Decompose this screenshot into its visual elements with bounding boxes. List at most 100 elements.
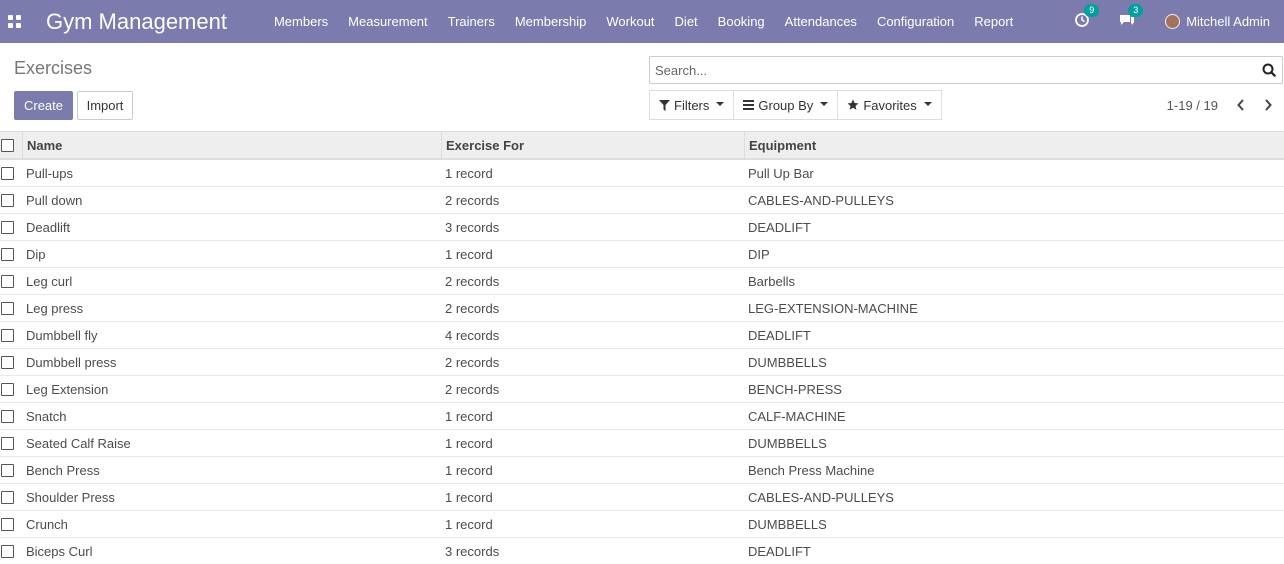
row-checkbox[interactable] — [1, 436, 14, 450]
cell-exercise-for: 2 records — [445, 354, 500, 370]
cell-equipment: DEADLIFT — [748, 543, 811, 559]
table-body: Pull-ups 1 record Pull Up Bar Pull down 2 re… — [0, 160, 1284, 564]
cell-name: Pull down — [26, 192, 83, 208]
row-checkbox[interactable] — [1, 193, 14, 207]
table-row[interactable]: Pull-ups 1 record Pull Up Bar — [0, 160, 1284, 187]
cell-exercise-for: 1 record — [445, 408, 493, 424]
page-title[interactable]: Exercises — [14, 58, 92, 79]
row-checkbox[interactable] — [1, 166, 14, 180]
row-checkbox[interactable] — [1, 409, 14, 423]
table-row[interactable]: Shoulder Press 1 record CABLES-AND-PULLEYS — [0, 484, 1284, 511]
menu-diet[interactable]: Diet — [675, 14, 698, 29]
select-all-checkbox[interactable] — [1, 138, 14, 152]
app-title[interactable]: Gym Management — [46, 9, 227, 35]
row-checkbox[interactable] — [1, 517, 14, 531]
row-checkbox[interactable] — [1, 463, 14, 477]
cell-name: Seated Calf Raise — [26, 435, 131, 451]
table-row[interactable]: Bench Press 1 record Bench Press Machine — [0, 457, 1284, 484]
table-row[interactable]: Seated Calf Raise 1 record DUMBBELLS — [0, 430, 1284, 457]
menu-trainers[interactable]: Trainers — [448, 14, 495, 29]
messages-count-badge: 3 — [1128, 4, 1144, 17]
row-checkbox[interactable] — [1, 301, 14, 315]
favorites-label: Favorites — [863, 97, 917, 113]
menu-membership[interactable]: Membership — [515, 14, 587, 29]
cell-exercise-for: 1 record — [445, 165, 493, 181]
activity-button[interactable]: 9 — [1075, 4, 1100, 30]
cell-exercise-for: 4 records — [445, 327, 500, 343]
chevron-down-icon — [716, 102, 725, 106]
pager-previous-button[interactable] — [1230, 96, 1252, 114]
cell-equipment: DUMBBELLS — [748, 516, 827, 532]
cell-equipment: DEADLIFT — [748, 219, 811, 235]
row-checkbox[interactable] — [1, 490, 14, 504]
table-row[interactable]: Biceps Curl 3 records DEADLIFT — [0, 538, 1284, 564]
favorites-dropdown[interactable]: Favorites — [837, 90, 942, 120]
table-row[interactable]: Pull down 2 records CABLES-AND-PULLEYS — [0, 187, 1284, 214]
filters-dropdown[interactable]: Filters — [649, 90, 735, 120]
messages-button[interactable]: 3 — [1119, 4, 1144, 30]
user-avatar — [1165, 14, 1181, 29]
top-menu: Members Measurement Trainers Membership … — [274, 14, 1033, 29]
menu-measurement[interactable]: Measurement — [348, 14, 427, 29]
menu-attendances[interactable]: Attendances — [785, 14, 857, 29]
row-checkbox[interactable] — [1, 382, 14, 396]
cell-exercise-for: 2 records — [445, 192, 500, 208]
create-button[interactable]: Create — [14, 91, 73, 120]
list-icon — [743, 100, 755, 110]
user-menu[interactable]: Mitchell Admin — [1165, 14, 1270, 29]
group-by-label: Group By — [758, 97, 814, 113]
table-row[interactable]: Dumbbell fly 4 records DEADLIFT — [0, 322, 1284, 349]
menu-configuration[interactable]: Configuration — [877, 14, 954, 29]
pager-value[interactable]: 1-19 / 19 — [1167, 98, 1218, 113]
cell-exercise-for: 3 records — [445, 543, 500, 559]
table-row[interactable]: Leg press 2 records LEG-EXTENSION-MACHINE — [0, 295, 1284, 322]
import-button[interactable]: Import — [77, 91, 133, 120]
apps-menu-icon[interactable] — [8, 14, 22, 29]
menu-report[interactable]: Report — [974, 14, 1013, 29]
table-row[interactable]: Dumbbell press 2 records DUMBBELLS — [0, 349, 1284, 376]
menu-members[interactable]: Members — [274, 14, 328, 29]
column-header-equipment[interactable]: Equipment — [749, 138, 816, 153]
row-checkbox[interactable] — [1, 355, 14, 369]
cell-name: Leg press — [26, 300, 84, 316]
cell-name: Leg curl — [26, 273, 73, 289]
row-checkbox[interactable] — [1, 220, 14, 234]
search-icon[interactable] — [1262, 63, 1276, 77]
search-input[interactable] — [650, 57, 1250, 83]
table-row[interactable]: Crunch 1 record DUMBBELLS — [0, 511, 1284, 538]
systray: 9 3 Mitchell Admin — [1075, 0, 1284, 43]
row-checkbox[interactable] — [1, 328, 14, 342]
exercises-table: Name Exercise For Equipment Pull-ups 1 re… — [0, 131, 1284, 564]
cell-name: Dip — [26, 246, 46, 262]
row-checkbox[interactable] — [1, 274, 14, 288]
table-row[interactable]: Snatch 1 record CALF-MACHINE — [0, 403, 1284, 430]
user-name: Mitchell Admin — [1186, 14, 1270, 29]
cell-exercise-for: 2 records — [445, 273, 500, 289]
menu-booking[interactable]: Booking — [718, 14, 765, 29]
cell-name: Pull-ups — [26, 165, 73, 181]
table-row[interactable]: Leg curl 2 records Barbells — [0, 268, 1284, 295]
row-checkbox[interactable] — [1, 247, 14, 261]
table-row[interactable]: Deadlift 3 records DEADLIFT — [0, 214, 1284, 241]
column-header-exercise-for[interactable]: Exercise For — [446, 138, 524, 153]
star-icon — [847, 99, 859, 110]
cell-exercise-for: 1 record — [445, 462, 493, 478]
table-row[interactable]: Dip 1 record DIP — [0, 241, 1284, 268]
menu-workout[interactable]: Workout — [606, 14, 654, 29]
table-row[interactable]: Leg Extension 2 records BENCH-PRESS — [0, 376, 1284, 403]
column-divider — [441, 132, 442, 158]
cell-equipment: BENCH-PRESS — [748, 381, 842, 397]
cell-equipment: DUMBBELLS — [748, 354, 827, 370]
cell-exercise-for: 1 record — [445, 489, 493, 505]
filter-icon — [659, 99, 670, 111]
group-by-dropdown[interactable]: Group By — [733, 90, 839, 120]
column-divider — [744, 132, 745, 158]
chevron-down-icon — [820, 102, 829, 106]
row-checkbox[interactable] — [1, 544, 14, 558]
cell-name: Dumbbell press — [26, 354, 117, 370]
pager-next-button[interactable] — [1257, 96, 1279, 114]
cell-name: Leg Extension — [26, 381, 109, 397]
column-header-name[interactable]: Name — [27, 138, 62, 153]
cell-name: Biceps Curl — [26, 543, 93, 559]
cell-equipment: Bench Press Machine — [748, 462, 875, 478]
